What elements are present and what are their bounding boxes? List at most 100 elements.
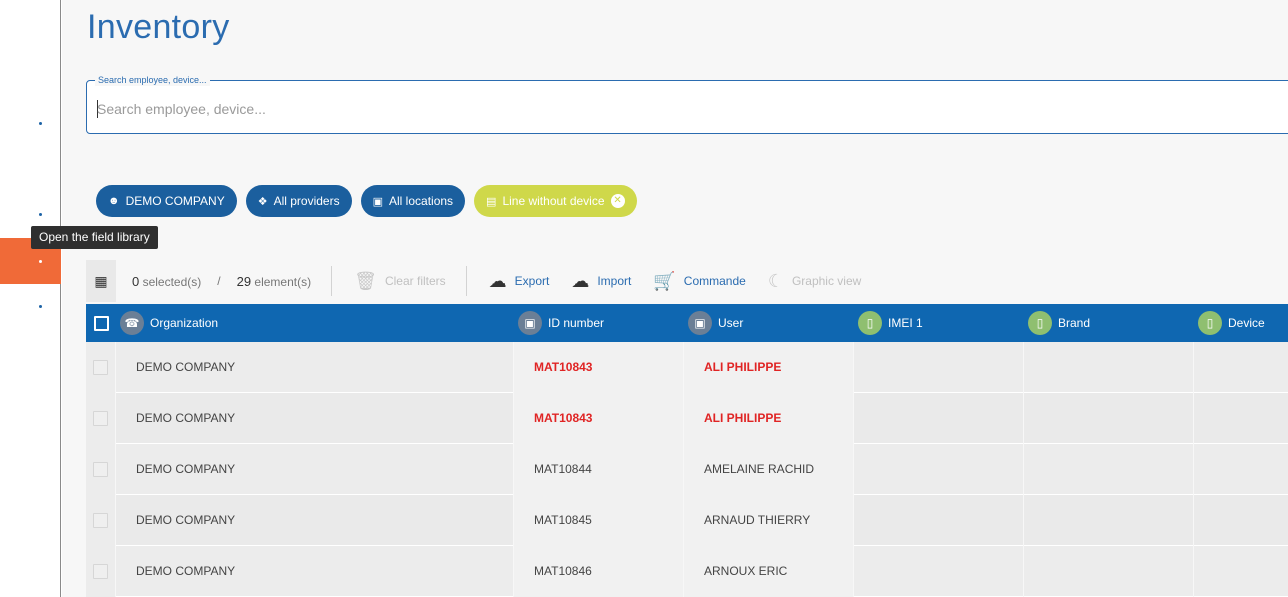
cell-organization: DEMO COMPANY xyxy=(116,443,514,495)
column-header-organization[interactable]: ☎ Organization xyxy=(116,304,514,342)
row-checkbox-cell[interactable] xyxy=(86,443,116,495)
left-rail xyxy=(0,0,61,597)
table-row[interactable]: DEMO COMPANY MAT10843 ALI PHILIPPE xyxy=(86,392,1288,444)
cell-imei xyxy=(854,392,1024,444)
commande-button[interactable]: 🛒 Commande xyxy=(653,271,745,292)
factory-icon: ▣ xyxy=(372,195,384,208)
cell-id-number[interactable]: MAT10843 xyxy=(514,392,684,444)
filter-chip-label: All providers xyxy=(273,194,340,208)
inventory-table: ☎ Organization ▣ ID number ▣ User ▯ IMEI… xyxy=(86,304,1288,597)
search-field[interactable]: Search employee, device... xyxy=(86,74,1288,134)
cell-brand xyxy=(1024,392,1194,444)
cell-organization: DEMO COMPANY xyxy=(116,545,514,597)
selection-count: 0 selected(s) xyxy=(132,273,202,289)
cell-user[interactable]: AMELAINE RACHID xyxy=(684,443,854,495)
cell-id-number[interactable]: MAT10845 xyxy=(514,494,684,546)
cell-device xyxy=(1194,393,1288,444)
grid-menu-icon[interactable]: ▦ xyxy=(86,260,116,302)
select-all-checkbox[interactable] xyxy=(86,304,116,342)
antenna-icon: ❖ xyxy=(257,195,268,208)
cell-id-number[interactable]: MAT10844 xyxy=(514,443,684,495)
column-header-id-number[interactable]: ▣ ID number xyxy=(514,304,684,342)
cell-device xyxy=(1194,546,1288,597)
remove-filter-icon[interactable]: ✕ xyxy=(610,194,625,208)
filter-chip-locations[interactable]: ▣ All locations xyxy=(360,185,466,217)
filter-chip-providers[interactable]: ❖ All providers xyxy=(245,185,352,217)
contact-card-icon: ▣ xyxy=(518,311,542,335)
cell-organization: DEMO COMPANY xyxy=(116,392,514,444)
cell-user[interactable]: ALI PHILIPPE xyxy=(684,341,854,393)
planet-icon: ☾ xyxy=(767,270,784,291)
table-row[interactable]: DEMO COMPANY MAT10843 ALI PHILIPPE xyxy=(86,341,1288,393)
cell-imei xyxy=(854,341,1024,393)
cell-brand xyxy=(1024,443,1194,495)
filter-chip-label: Line without device xyxy=(502,194,605,208)
export-button[interactable]: ☁ Export xyxy=(489,271,550,292)
cloud-download-icon: ☁ xyxy=(488,270,507,291)
cell-organization: DEMO COMPANY xyxy=(116,341,514,393)
table-row[interactable]: DEMO COMPANY MAT10846 ARNOUX ERIC xyxy=(86,545,1288,597)
mobile-phone-icon: ▯ xyxy=(1028,311,1052,335)
column-header-imei[interactable]: ▯ IMEI 1 xyxy=(854,304,1024,342)
main-content: Inventory Search employee, device... ☻ D… xyxy=(62,0,1288,597)
row-checkbox[interactable] xyxy=(93,512,108,528)
cell-id-number[interactable]: MAT10846 xyxy=(514,545,684,597)
row-checkbox[interactable] xyxy=(93,461,108,477)
row-checkbox[interactable] xyxy=(93,410,108,426)
cloud-upload-icon: ☁ xyxy=(571,270,590,291)
cell-device xyxy=(1194,444,1288,495)
cell-imei xyxy=(854,545,1024,597)
mobile-phone-icon: ▯ xyxy=(858,311,882,335)
row-checkbox-cell[interactable] xyxy=(86,341,116,393)
cell-user[interactable]: ALI PHILIPPE xyxy=(684,392,854,444)
cell-brand xyxy=(1024,545,1194,597)
app-root: Open the field library Inventory Search … xyxy=(0,0,1288,597)
cell-device xyxy=(1194,495,1288,546)
phone-icon: ☎ xyxy=(120,311,144,335)
cell-id-number[interactable]: MAT10843 xyxy=(514,341,684,393)
filter-chip-company[interactable]: ☻ DEMO COMPANY xyxy=(96,185,237,217)
nav-dot-icon[interactable] xyxy=(39,213,42,216)
table-toolbar: ▦ 0 selected(s) / 29 element(s) 🗑 Clear … xyxy=(86,260,1288,302)
row-checkbox-cell[interactable] xyxy=(86,392,116,444)
row-checkbox-cell[interactable] xyxy=(86,545,116,597)
filter-chip-label: DEMO COMPANY xyxy=(125,194,225,208)
cell-device xyxy=(1194,342,1288,393)
nav-dot-icon[interactable] xyxy=(39,122,42,125)
column-header-device[interactable]: ▯ Device xyxy=(1194,304,1288,342)
mobile-phone-icon: ▯ xyxy=(1198,311,1222,335)
cell-user[interactable]: ARNOUX ERIC xyxy=(684,545,854,597)
row-checkbox[interactable] xyxy=(93,563,108,579)
sim-card-icon: ▤ xyxy=(486,195,497,208)
cell-brand xyxy=(1024,341,1194,393)
table-header: ☎ Organization ▣ ID number ▣ User ▯ IMEI… xyxy=(86,304,1288,342)
search-input[interactable] xyxy=(97,98,1197,120)
nav-dot-icon xyxy=(39,260,42,263)
column-header-brand[interactable]: ▯ Brand xyxy=(1024,304,1194,342)
table-row[interactable]: DEMO COMPANY MAT10845 ARNAUD THIERRY xyxy=(86,494,1288,546)
filter-chip-line-without-device[interactable]: ▤ Line without device ✕ xyxy=(474,185,637,217)
nav-dot-icon[interactable] xyxy=(39,305,42,308)
row-checkbox[interactable] xyxy=(93,359,108,375)
cell-imei xyxy=(854,494,1024,546)
table-body: DEMO COMPANY MAT10843 ALI PHILIPPE DEMO COM… xyxy=(86,341,1288,597)
cart-icon: 🛒 xyxy=(653,270,676,291)
toolbar-divider xyxy=(331,266,333,296)
cell-user[interactable]: ARNAUD THIERRY xyxy=(684,494,854,546)
table-row[interactable]: DEMO COMPANY MAT10844 AMELAINE RACHID xyxy=(86,443,1288,495)
import-button[interactable]: ☁ Import xyxy=(571,271,631,292)
trash-icon: 🗑 xyxy=(354,270,377,291)
field-library-tooltip: Open the field library xyxy=(31,226,158,249)
graphic-view-button[interactable]: ☾ Graphic view xyxy=(768,271,862,292)
page-title: Inventory xyxy=(87,8,230,46)
contact-card-icon: ▣ xyxy=(688,311,712,335)
filter-chips: ☻ DEMO COMPANY ❖ All providers ▣ All loc… xyxy=(96,185,637,217)
user-group-icon: ☻ xyxy=(108,195,120,207)
clear-filters-button[interactable]: 🗑 Clear filters xyxy=(354,271,446,292)
filter-chip-label: All locations xyxy=(389,194,454,208)
element-count: 29 element(s) xyxy=(236,273,312,289)
row-checkbox-cell[interactable] xyxy=(86,494,116,546)
search-legend: Search employee, device... xyxy=(95,74,210,86)
cell-imei xyxy=(854,443,1024,495)
column-header-user[interactable]: ▣ User xyxy=(684,304,854,342)
